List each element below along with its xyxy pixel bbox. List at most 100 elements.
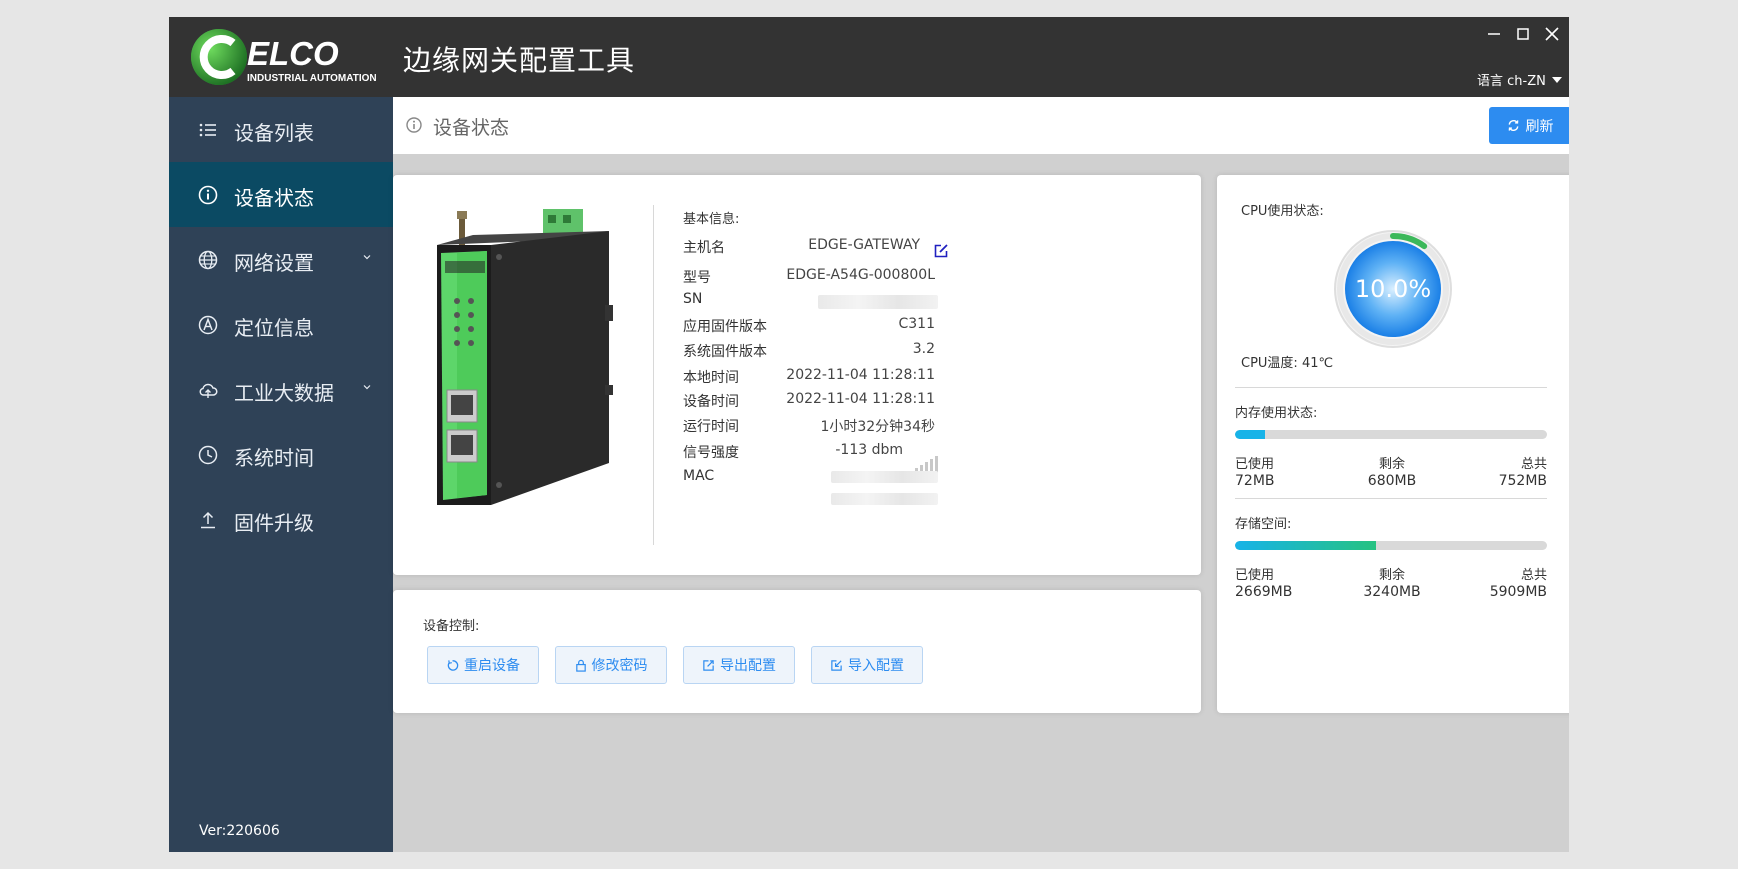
cpu-usage-value: 10.0% — [1354, 275, 1432, 303]
cpu-status-title: CPU使用状态: — [1241, 204, 1324, 219]
memory-used-label: 已使用 — [1235, 457, 1275, 472]
info-divider — [653, 205, 654, 545]
hostname-value: EDGE-GATEWAY — [808, 237, 920, 253]
system-firmware-value: 3.2 — [912, 341, 935, 357]
storage-used-label: 已使用 — [1235, 568, 1275, 583]
sidebar-item-network-settings[interactable]: 网络设置 — [169, 227, 393, 292]
import-config-label: 导入配置 — [848, 658, 904, 674]
lock-icon — [575, 659, 586, 672]
logo-tagline-text: INDUSTRIAL AUTOMATION — [247, 73, 377, 84]
sidebar-item-device-status[interactable]: 设备状态 — [169, 162, 393, 227]
refresh-icon — [1508, 119, 1518, 132]
memory-usage-bar — [1235, 430, 1547, 439]
sidebar-item-label: 固件升级 — [234, 511, 314, 535]
close-icon — [1545, 27, 1559, 41]
sidebar-item-location[interactable]: 定位信息 — [169, 292, 393, 357]
import-icon — [831, 659, 842, 671]
elco-logo: ELCO INDUSTRIAL AUTOMATION — [191, 29, 377, 85]
minimize-button[interactable] — [1481, 21, 1507, 47]
app-firmware-value: C311 — [898, 316, 936, 332]
app-title: 边缘网关配置工具 — [403, 44, 636, 77]
refresh-button[interactable]: 刷新 — [1489, 107, 1569, 144]
upload-icon — [201, 511, 215, 529]
mac-value-redacted — [831, 493, 938, 505]
memory-status-title: 内存使用状态: — [1235, 406, 1318, 421]
page-title: 设备状态 — [433, 117, 510, 139]
section-divider — [1235, 387, 1547, 388]
memory-used-value: 72MB — [1235, 473, 1275, 489]
storage-free-label: 剩余 — [1378, 568, 1405, 583]
sidebar-item-firmware-upgrade[interactable]: 固件升级 — [169, 487, 393, 552]
location-icon — [198, 315, 218, 335]
change-password-label: 修改密码 — [591, 658, 648, 674]
uptime-value: 1小时32分钟34秒 — [820, 419, 935, 435]
resource-status-card: CPU使用状态: 10.0% CPU温度: 41℃ 内存使用状态: 已使用 剩余… — [1217, 175, 1569, 713]
cpu-temperature: CPU温度: 41℃ — [1241, 356, 1334, 371]
title-bar: ELCO INDUSTRIAL AUTOMATION 边缘网关配置工具 语言 c… — [169, 17, 1569, 97]
device-control-title: 设备控制: — [423, 619, 480, 634]
info-icon — [198, 185, 218, 205]
storage-free-value: 3240MB — [1363, 584, 1421, 600]
refresh-label: 刷新 — [1525, 118, 1554, 135]
edit-icon[interactable] — [933, 243, 949, 259]
storage-total-value: 5909MB — [1489, 584, 1547, 600]
sidebar-item-label: 系统时间 — [234, 446, 314, 470]
memory-free-value: 680MB — [1367, 473, 1417, 489]
memory-free-label: 剩余 — [1378, 457, 1405, 472]
basic-info-title: 基本信息: — [683, 212, 740, 227]
storage-used-value: 2669MB — [1235, 584, 1293, 600]
chevron-down-icon — [363, 255, 371, 260]
list-icon — [199, 123, 216, 137]
change-password-button[interactable]: 修改密码 — [555, 646, 667, 684]
sidebar-item-label: 设备列表 — [234, 121, 314, 145]
gateway-device-image — [437, 209, 613, 505]
clock-icon — [198, 445, 218, 465]
model-label: 型号 — [683, 270, 711, 286]
export-icon — [703, 659, 714, 671]
language-label: 语言 ch-ZN — [1477, 74, 1546, 89]
sn-label: SN — [683, 291, 703, 307]
sidebar-item-system-time[interactable]: 系统时间 — [169, 422, 393, 487]
maximize-button[interactable] — [1510, 21, 1536, 47]
memory-usage-fill — [1235, 430, 1265, 439]
content-header: 设备状态 刷新 — [393, 97, 1569, 154]
version-label: Ver:220606 — [199, 823, 280, 839]
storage-total-label: 总共 — [1520, 568, 1547, 583]
logo-brand-text: ELCO — [247, 35, 339, 72]
export-config-label: 导出配置 — [720, 658, 776, 674]
import-config-button[interactable]: 导入配置 — [811, 646, 923, 684]
memory-total-value: 752MB — [1498, 473, 1547, 489]
device-info-card: 基本信息: 主机名 EDGE-GATEWAY 型号 EDGE-A54G-0008… — [393, 175, 1201, 575]
restart-icon — [447, 659, 459, 671]
sidebar-item-label: 网络设置 — [234, 251, 314, 275]
minimize-icon — [1488, 33, 1500, 35]
mac-label: MAC — [683, 468, 715, 484]
sidebar-item-industrial-big-data[interactable]: 工业大数据 — [169, 357, 393, 422]
sidebar-item-label: 定位信息 — [234, 316, 314, 340]
storage-usage-bar — [1235, 541, 1547, 550]
language-selector[interactable]: 语言 ch-ZN — [1477, 70, 1562, 89]
memory-total-label: 总共 — [1520, 457, 1547, 472]
device-control-card: 设备控制: 重启设备 修改密码 导出配置 导入配置 — [393, 590, 1201, 713]
storage-usage-fill — [1235, 541, 1377, 550]
globe-icon — [198, 250, 218, 270]
model-value: EDGE-A54G-000800L — [786, 267, 935, 283]
app-window: ELCO INDUSTRIAL AUTOMATION 边缘网关配置工具 语言 c… — [169, 17, 1569, 852]
cloud-icon — [199, 383, 218, 398]
mac-value-redacted — [831, 471, 938, 483]
signal-strength-value: -113 dbm — [835, 442, 903, 458]
sn-value-redacted — [818, 295, 938, 309]
info-icon — [406, 117, 422, 133]
sidebar: 设备列表 设备状态 网络设置 定位信息 工业大数据 系统时间 固件升级 Ver:… — [169, 97, 393, 852]
close-button[interactable] — [1539, 21, 1565, 47]
section-divider — [1235, 498, 1547, 499]
chevron-down-icon — [363, 385, 371, 390]
storage-title: 存储空间: — [1235, 517, 1292, 532]
maximize-icon — [1517, 28, 1529, 40]
restart-device-label: 重启设备 — [464, 658, 520, 674]
restart-device-button[interactable]: 重启设备 — [427, 646, 539, 684]
device-time-value: 2022-11-04 11:28:11 — [786, 391, 935, 407]
local-time-value: 2022-11-04 11:28:11 — [786, 367, 935, 383]
sidebar-item-device-list[interactable]: 设备列表 — [169, 97, 393, 162]
export-config-button[interactable]: 导出配置 — [683, 646, 795, 684]
